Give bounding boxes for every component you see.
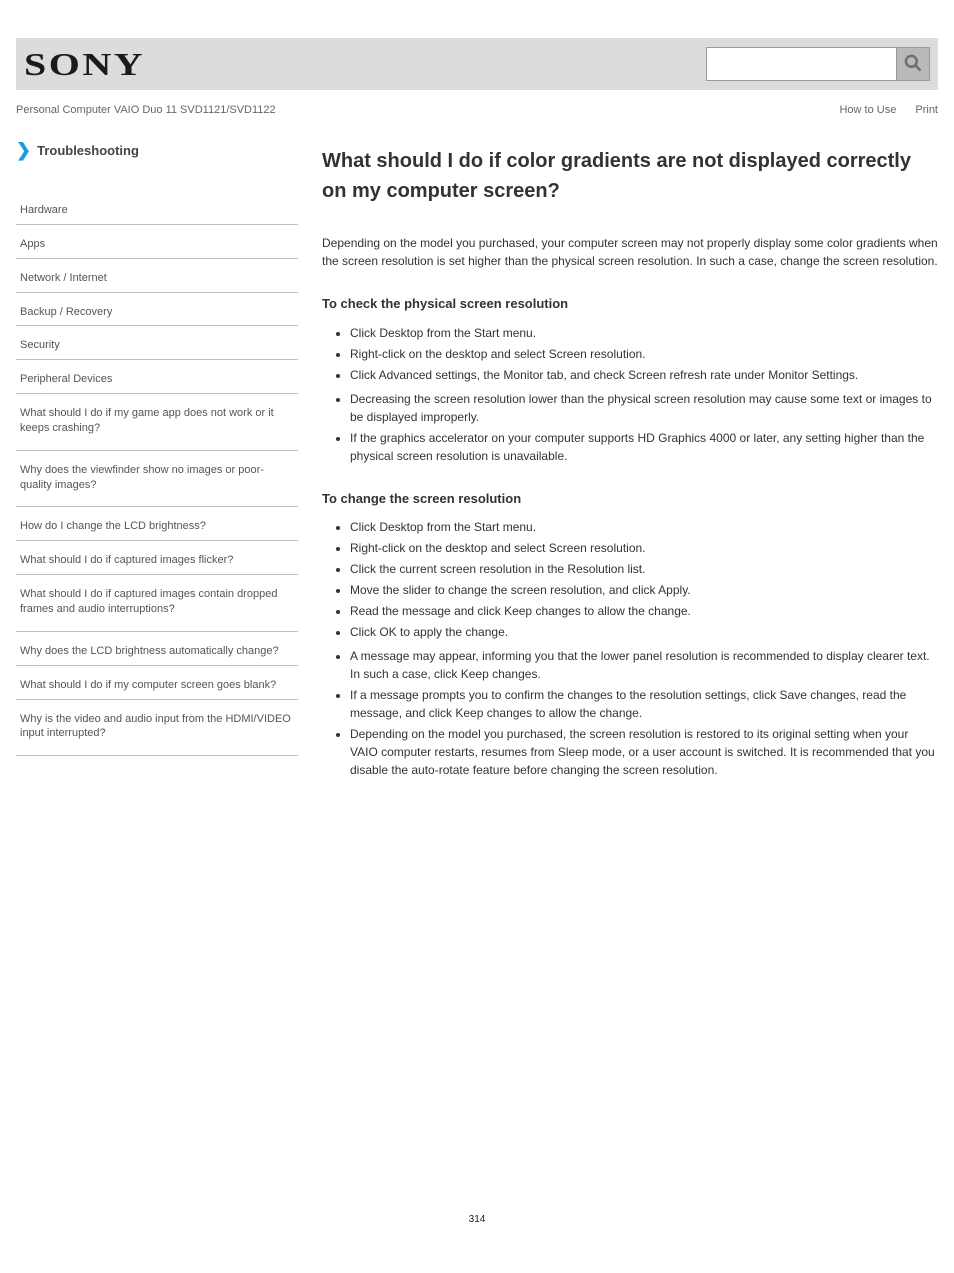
sidebar-heading: ❯ Troubleshooting bbox=[16, 140, 298, 161]
sidebar-item-blank-screen[interactable]: What should I do if my computer screen g… bbox=[16, 666, 298, 700]
article-list: Click Desktop from the Start menu. Right… bbox=[322, 324, 938, 384]
sidebar-item-label: Network / Internet bbox=[20, 272, 107, 284]
list-item: Click Desktop from the Start menu. bbox=[350, 324, 938, 342]
sidebar-item-auto-brightness[interactable]: Why does the LCD brightness automaticall… bbox=[16, 632, 298, 666]
list-item: Click Desktop from the Start menu. bbox=[350, 518, 938, 536]
search bbox=[706, 47, 930, 81]
sidebar-item-label: Hardware bbox=[20, 204, 68, 216]
sidebar-item-label: Why is the video and audio input from th… bbox=[20, 713, 291, 740]
sidebar-item-apps[interactable]: Apps bbox=[16, 225, 298, 259]
article-list: Click Desktop from the Start menu. Right… bbox=[322, 518, 938, 641]
list-item: Read the message and click Keep changes … bbox=[350, 602, 938, 620]
list-item: Decreasing the screen resolution lower t… bbox=[350, 390, 938, 426]
sidebar-item-hdmi-interrupt[interactable]: Why is the video and audio input from th… bbox=[16, 700, 298, 757]
page-number: 314 bbox=[0, 1214, 954, 1225]
product-name: Personal Computer VAIO Duo 11 SVD1121/SV… bbox=[16, 104, 276, 116]
subheader: Personal Computer VAIO Duo 11 SVD1121/SV… bbox=[16, 90, 938, 130]
article-paragraph: Depending on the model you purchased, yo… bbox=[322, 234, 938, 270]
sidebar-item-network[interactable]: Network / Internet bbox=[16, 259, 298, 293]
sidebar-heading-label: Troubleshooting bbox=[37, 143, 139, 158]
article-subheading: To change the screen resolution bbox=[322, 489, 938, 509]
brand-logo: Sony bbox=[24, 46, 145, 83]
sidebar-item-label: Why does the viewfinder show no images o… bbox=[20, 464, 264, 491]
sidebar-item-flicker[interactable]: What should I do if captured images flic… bbox=[16, 541, 298, 575]
sidebar-item-label: Why does the LCD brightness automaticall… bbox=[20, 645, 279, 657]
sidebar-item-backup[interactable]: Backup / Recovery bbox=[16, 293, 298, 327]
list-item: Right-click on the desktop and select Sc… bbox=[350, 539, 938, 557]
sidebar-item-label: How do I change the LCD brightness? bbox=[20, 520, 206, 532]
article-subheading: To check the physical screen resolution bbox=[322, 294, 938, 314]
list-item: Click Advanced settings, the Monitor tab… bbox=[350, 366, 938, 384]
howto-link[interactable]: How to Use bbox=[839, 104, 896, 116]
list-item: A message may appear, informing you that… bbox=[350, 647, 938, 683]
article: What should I do if color gradients are … bbox=[322, 140, 938, 785]
sidebar-item-label: Backup / Recovery bbox=[20, 306, 112, 318]
sidebar-item-label: Security bbox=[20, 339, 60, 351]
sidebar-item-lcd-brightness[interactable]: How do I change the LCD brightness? bbox=[16, 507, 298, 541]
article-list: A message may appear, informing you that… bbox=[322, 647, 938, 779]
sidebar-item-game-crash[interactable]: What should I do if my game app does not… bbox=[16, 394, 298, 451]
sidebar-item-security[interactable]: Security bbox=[16, 326, 298, 360]
list-item: Move the slider to change the screen res… bbox=[350, 581, 938, 599]
sidebar-item-label: What should I do if captured images flic… bbox=[20, 554, 233, 566]
list-item: Depending on the model you purchased, th… bbox=[350, 725, 938, 779]
list-item: Click the current screen resolution in t… bbox=[350, 560, 938, 578]
chevron-right-icon: ❯ bbox=[16, 140, 31, 161]
sidebar-item-dropped-frames[interactable]: What should I do if captured images cont… bbox=[16, 575, 298, 632]
article-list: Decreasing the screen resolution lower t… bbox=[322, 390, 938, 465]
list-item: Click OK to apply the change. bbox=[350, 623, 938, 641]
search-button[interactable] bbox=[897, 48, 929, 80]
header: Sony bbox=[16, 38, 938, 90]
sidebar-item-label: Apps bbox=[20, 238, 45, 250]
sidebar-item-peripheral[interactable]: Peripheral Devices bbox=[16, 360, 298, 394]
sidebar-item-label: Peripheral Devices bbox=[20, 373, 112, 385]
article-title: What should I do if color gradients are … bbox=[322, 146, 938, 206]
sidebar-item-label: What should I do if captured images cont… bbox=[20, 588, 277, 615]
list-item: If a message prompts you to confirm the … bbox=[350, 686, 938, 722]
list-item: If the graphics accelerator on your comp… bbox=[350, 429, 938, 465]
search-input[interactable] bbox=[707, 48, 897, 80]
sidebar-item-label: What should I do if my computer screen g… bbox=[20, 679, 276, 691]
sidebar-item-hardware[interactable]: Hardware bbox=[16, 191, 298, 225]
list-item: Right-click on the desktop and select Sc… bbox=[350, 345, 938, 363]
search-icon bbox=[903, 53, 923, 76]
print-link[interactable]: Print bbox=[915, 104, 938, 116]
sidebar-item-viewfinder[interactable]: Why does the viewfinder show no images o… bbox=[16, 451, 298, 508]
sidebar: ❯ Troubleshooting Hardware Apps Network … bbox=[16, 140, 298, 785]
sidebar-item-label: What should I do if my game app does not… bbox=[20, 407, 274, 434]
